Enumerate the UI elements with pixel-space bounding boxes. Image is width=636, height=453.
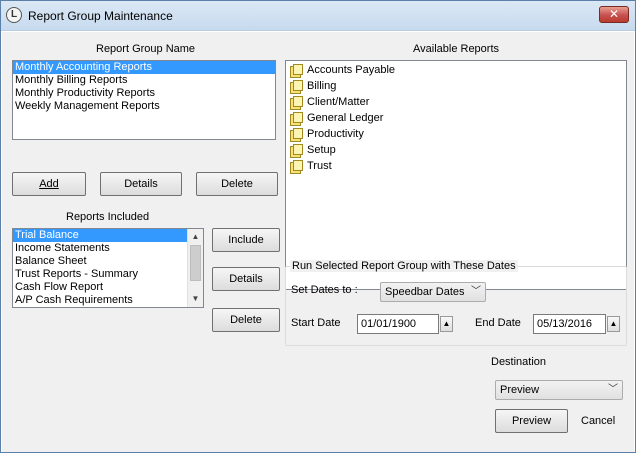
dialog-body: Report Group Name Monthly Accounting Rep…	[2, 32, 634, 452]
scroll-up-icon[interactable]: ▲	[188, 229, 203, 244]
included-details-label: Details	[229, 273, 263, 285]
list-item[interactable]: Trust Reports - Summary	[13, 268, 188, 281]
close-button[interactable]: ✕	[599, 6, 629, 23]
available-reports-label: Available Reports	[413, 43, 500, 55]
destination-value: Preview	[500, 384, 540, 396]
window-title: Report Group Maintenance	[28, 9, 173, 23]
available-reports-tree[interactable]: Accounts Payable Billing Client/Matter G…	[285, 60, 627, 290]
tree-item-accounts-payable[interactable]: Accounts Payable	[286, 62, 626, 78]
tree-item-label: General Ledger	[307, 112, 384, 124]
start-date-field[interactable]: 01/01/1900	[357, 314, 439, 334]
tree-item-label: Billing	[307, 80, 337, 92]
list-item[interactable]: Income Statements	[13, 242, 188, 255]
tree-item-label: Client/Matter	[307, 96, 370, 108]
set-dates-value: Speedbar Dates	[385, 286, 465, 298]
destination-dropdown[interactable]: Preview ﹀	[495, 380, 623, 400]
tree-item-trust[interactable]: Trust	[286, 158, 626, 174]
set-dates-label: Set Dates to :	[291, 284, 358, 296]
app-icon: L	[6, 7, 22, 23]
include-button[interactable]: Include	[212, 228, 280, 252]
title-bar[interactable]: L Report Group Maintenance ✕	[1, 1, 635, 31]
list-item[interactable]: Monthly Billing Reports	[13, 74, 275, 87]
folder-icon	[290, 160, 303, 174]
add-button[interactable]: Add	[12, 172, 86, 196]
cancel-button[interactable]: Cancel	[581, 415, 615, 427]
scroll-down-icon[interactable]: ▼	[188, 291, 203, 306]
list-item[interactable]: Monthly Accounting Reports	[13, 61, 275, 74]
report-group-name-label: Report Group Name	[96, 43, 196, 55]
chevron-down-icon: ﹀	[608, 384, 618, 395]
folder-icon	[290, 80, 303, 94]
folder-icon	[290, 96, 303, 110]
folder-icon	[290, 64, 303, 78]
folder-icon	[290, 128, 303, 142]
group-delete-button[interactable]: Delete	[196, 172, 278, 196]
tree-item-label: Trust	[307, 160, 332, 172]
list-item[interactable]: Balance Sheet	[13, 255, 188, 268]
run-dates-title: Run Selected Report Group with These Dat…	[290, 260, 518, 272]
tree-item-label: Productivity	[307, 128, 364, 140]
tree-item-label: Setup	[307, 144, 336, 156]
start-date-label: Start Date	[291, 317, 341, 329]
list-item[interactable]: A/P Cash Requirements	[13, 294, 188, 307]
tree-item-productivity[interactable]: Productivity	[286, 126, 626, 142]
reports-included-label: Reports Included	[66, 211, 150, 223]
group-details-label: Details	[124, 178, 158, 190]
end-date-label: End Date	[475, 317, 521, 329]
tree-item-client-matter[interactable]: Client/Matter	[286, 94, 626, 110]
set-dates-dropdown[interactable]: Speedbar Dates ﹀	[380, 282, 486, 302]
run-dates-groupbox	[285, 266, 627, 346]
list-item[interactable]: Monthly Productivity Reports	[13, 87, 275, 100]
tree-item-label: Accounts Payable	[307, 64, 396, 76]
folder-icon	[290, 144, 303, 158]
included-scrollbar[interactable]: ▲ ▼	[187, 229, 203, 307]
list-item[interactable]: Trial Balance	[13, 229, 188, 242]
group-details-button[interactable]: Details	[100, 172, 182, 196]
preview-button[interactable]: Preview	[495, 409, 568, 433]
included-details-button[interactable]: Details	[212, 267, 280, 291]
tree-item-general-ledger[interactable]: General Ledger	[286, 110, 626, 126]
tree-item-billing[interactable]: Billing	[286, 78, 626, 94]
scroll-thumb[interactable]	[190, 245, 201, 281]
add-button-label: Add	[39, 178, 59, 190]
tree-item-setup[interactable]: Setup	[286, 142, 626, 158]
report-group-listbox[interactable]: Monthly Accounting Reports Monthly Billi…	[12, 60, 276, 140]
preview-button-label: Preview	[511, 415, 552, 427]
include-button-label: Include	[228, 234, 264, 246]
chevron-down-icon: ﹀	[471, 286, 481, 297]
list-item[interactable]: Cash Flow Report	[13, 281, 188, 294]
list-item[interactable]: Weekly Management Reports	[13, 100, 275, 113]
start-date-spin-icon[interactable]: ▲	[440, 316, 453, 332]
folder-icon	[290, 112, 303, 126]
report-group-window: L Report Group Maintenance ✕ Report Grou…	[0, 0, 636, 453]
group-delete-label: Delete	[221, 178, 253, 190]
end-date-field[interactable]: 05/13/2016	[533, 314, 606, 334]
included-delete-button[interactable]: Delete	[212, 308, 280, 332]
destination-label: Destination	[491, 356, 547, 368]
included-delete-label: Delete	[230, 314, 262, 326]
end-date-spin-icon[interactable]: ▲	[607, 316, 620, 332]
reports-included-listbox[interactable]: Trial Balance Income Statements Balance …	[12, 228, 204, 308]
